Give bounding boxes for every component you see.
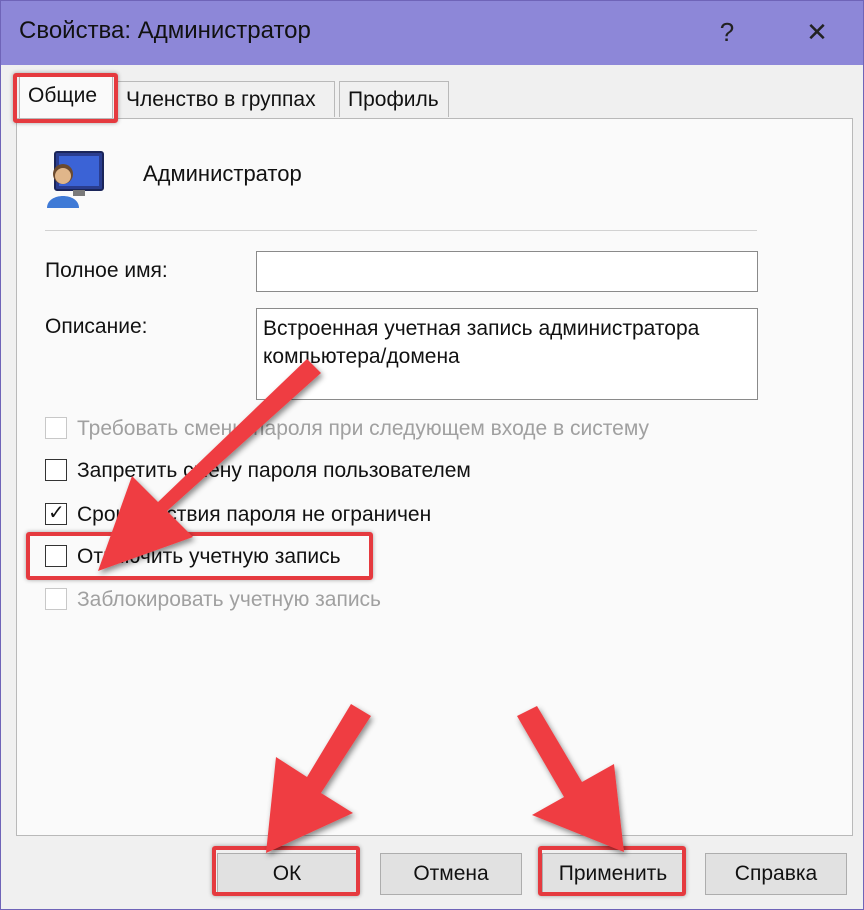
highlight-ok-button xyxy=(212,846,360,896)
checkbox-label: Требовать смены пароля при следующем вхо… xyxy=(77,417,650,440)
close-button[interactable]: ✕ xyxy=(791,7,843,57)
checkbox-box[interactable] xyxy=(45,417,67,439)
help-button[interactable]: ? xyxy=(701,7,753,57)
checkbox-label: Срок действия пароля не ограничен xyxy=(77,503,432,526)
highlight-general-tab xyxy=(13,73,118,123)
description-field[interactable]: Встроенная учетная запись администратора… xyxy=(256,308,758,400)
checkbox-label: Запретить смену пароля пользователем xyxy=(77,459,471,482)
separator xyxy=(45,230,757,231)
full-name-label: Полное имя: xyxy=(45,259,168,282)
tab-profile[interactable]: Профиль xyxy=(339,81,449,117)
checkbox-box[interactable] xyxy=(45,588,67,610)
check-mark-icon: ✓ xyxy=(48,502,65,524)
cancel-button[interactable]: Отмена xyxy=(380,853,522,895)
window-title: Свойства: Администратор xyxy=(19,17,311,44)
highlight-apply-button xyxy=(538,846,686,896)
description-value: Встроенная учетная запись администратора… xyxy=(263,317,700,368)
description-label: Описание: xyxy=(45,315,148,338)
highlight-disable-account xyxy=(26,532,373,580)
properties-dialog: Свойства: Администратор ? ✕ Общие Членст… xyxy=(0,0,864,910)
checkbox-label: Заблокировать учетную запись xyxy=(77,588,381,611)
checkbox-box[interactable]: ✓ xyxy=(45,502,67,525)
checkbox-box[interactable] xyxy=(45,459,67,481)
tab-group-membership[interactable]: Членство в группах xyxy=(117,81,335,117)
full-name-field[interactable] xyxy=(256,251,758,292)
tab-strip: Общие Членство в группах Профиль xyxy=(1,65,863,119)
user-monitor-icon xyxy=(47,151,104,208)
title-bar[interactable]: Свойства: Администратор ? ✕ xyxy=(1,1,863,65)
help-dialog-button[interactable]: Справка xyxy=(705,853,847,895)
user-name: Администратор xyxy=(143,161,302,186)
